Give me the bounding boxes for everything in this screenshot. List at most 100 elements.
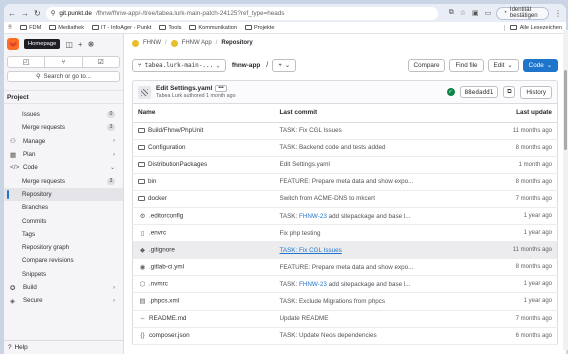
commit-message-link[interactable]: TASK: Fix CGL Issues (280, 247, 342, 254)
file-name-link[interactable]: composer.json (149, 332, 190, 339)
table-row[interactable]: Build/Fhnw/PhpUnit TASK: Fix CGL Issues 11… (132, 122, 558, 140)
sidebar-item-build[interactable]: ✪ Build › (4, 281, 123, 294)
avatar[interactable] (138, 85, 151, 99)
sidebar-item-tags[interactable]: Tags (4, 228, 123, 241)
file-name-link[interactable]: DistributionPackages (148, 161, 207, 168)
sidepanel-icon[interactable]: ▭ (485, 9, 492, 17)
pipeline-status-icon[interactable]: ✓ (446, 88, 455, 96)
bookmark-star-icon[interactable]: ☆ (460, 9, 466, 17)
add-file-dropdown[interactable]: + ⌄ (272, 58, 297, 72)
reload-icon[interactable]: ↻ (34, 8, 41, 18)
table-row[interactable]: ▤ .phpcs.xml TASK: Exclude Migrations from… (132, 292, 558, 311)
sidebar-item-merge-requests[interactable]: Merge requests 3 (4, 174, 123, 187)
edit-dropdown[interactable]: Edit ⌄ (487, 58, 519, 72)
sidebar-item-secure[interactable]: ◈ Secure › (4, 294, 123, 307)
sidebar-item-snippets[interactable]: Snippets (4, 268, 123, 281)
branch-selector[interactable]: ⑂ tabea.lurk-main-... ⌄ (132, 58, 226, 72)
merge-request-icon[interactable]: ⑂ (45, 57, 83, 67)
back-icon[interactable]: ← (8, 8, 16, 18)
issue-link[interactable]: FHNW-23 (299, 213, 327, 220)
commit-message-link[interactable]: add sitepackage and base l... (327, 281, 411, 288)
copy-icon[interactable]: ⧉ (503, 86, 516, 98)
sidebar-item-commits[interactable]: Commits (4, 214, 123, 227)
new-icon[interactable]: + (78, 40, 83, 49)
breadcrumb-group[interactable]: FHNW (143, 40, 161, 46)
issue-link[interactable]: FHNW-23 (299, 281, 327, 288)
commit-message-link[interactable]: add sitepackage and base l... (327, 213, 411, 220)
translate-icon[interactable]: ⧉ (449, 9, 454, 17)
history-button[interactable]: History (520, 85, 552, 99)
commit-message-link[interactable]: Fix php testing (280, 230, 321, 237)
sidebar-search-button[interactable]: ⚲ Search or go to... (7, 71, 120, 82)
sidebar-item-manage[interactable]: ⚇ Manage › (4, 135, 123, 148)
commit-message-link[interactable]: TASK: Update Neos dependencies (280, 332, 377, 339)
bookmark-1[interactable]: Mediathek (49, 25, 84, 31)
file-name-link[interactable]: .phpcs.xml (149, 298, 179, 305)
table-row[interactable]: ▯ .envrc Fix php testing 1 year ago (132, 224, 558, 243)
panel-toggle-icon[interactable]: ◫ (65, 40, 73, 49)
commit-message-link[interactable]: TASK: Backend code and tests added (280, 144, 386, 151)
all-bookmarks[interactable]: Alle Lesezeichen (503, 24, 562, 31)
gitlab-logo-icon[interactable] (7, 38, 19, 50)
sidebar-item-plan[interactable]: ▦ Plan › (4, 148, 123, 161)
file-name-link[interactable]: bin (148, 178, 156, 185)
file-name-link[interactable]: Configuration (148, 144, 185, 151)
file-name-link[interactable]: .gitignore (149, 247, 175, 254)
file-name-link[interactable]: docker (148, 195, 167, 202)
help-button[interactable]: ? Help (4, 340, 123, 354)
commit-title[interactable]: Edit Settings.yaml (156, 85, 212, 92)
table-row[interactable]: docker Switch from ACME-DNS to mkcert 7 mo… (132, 190, 558, 208)
sidebar-item-repository-graph[interactable]: Repository graph (4, 241, 123, 254)
address-bar[interactable]: ⚲ git.punkt.de/fhnw/fhnw-app/-/tree/tabe… (45, 6, 438, 20)
table-row[interactable]: ◉ .gitlab-ci.yml FEATURE: Prepare meta dat… (132, 258, 558, 277)
site-settings-icon[interactable]: ⚲ (51, 10, 56, 17)
table-row[interactable]: {} composer.json TASK: Update Neos depende… (132, 327, 558, 345)
commit-message-link[interactable]: TASK: Fix CGL Issues (280, 127, 342, 134)
bookmark-0[interactable]: FDM (20, 25, 41, 31)
file-name-link[interactable]: Build/Fhnw/PhpUnit (148, 127, 203, 134)
breadcrumb-project[interactable]: FHNW App (182, 40, 212, 46)
sidebar-item-issues[interactable]: Issues 0 (4, 108, 123, 121)
commit-message-link[interactable]: Switch from ACME-DNS to mkcert (280, 195, 376, 202)
compare-button[interactable]: Compare (407, 58, 446, 72)
table-row[interactable]: bin FEATURE: Prepare meta data and show e… (132, 173, 558, 191)
verify-identity-button[interactable]: ◔ Identität bestätigen (496, 6, 549, 20)
commit-toggle-description[interactable]: ••• (215, 85, 227, 92)
settings-icon[interactable]: ❋ (88, 40, 95, 49)
table-row[interactable]: ⇔ README.md Update README 7 months ago (132, 310, 558, 328)
sidebar-item-branches[interactable]: Branches (4, 201, 123, 214)
find-file-button[interactable]: Find file (449, 58, 484, 72)
commit-sha[interactable]: 88edadd1 (459, 86, 499, 98)
apps-icon[interactable]: ⠿ (8, 25, 12, 31)
table-row[interactable]: ⬡ .nvmrc TASK: FHNW-23 add sitepackage and… (132, 275, 558, 294)
bookmark-3[interactable]: Tools (159, 25, 181, 31)
sidebar-item-code[interactable]: </> Code ⌄ (4, 161, 123, 174)
commit-message-link[interactable]: TASK: Exclude Migrations from phpcs (280, 298, 386, 305)
extension-icon[interactable]: ▣ (472, 9, 479, 17)
commit-message-link[interactable]: Update README (280, 315, 329, 322)
file-name-link[interactable]: .gitlab-ci.yml (149, 264, 184, 271)
file-name-link[interactable]: .envrc (149, 230, 166, 237)
bookmark-4[interactable]: Kommunikation (189, 25, 237, 31)
code-dropdown[interactable]: Code ⌄ (522, 58, 558, 72)
forward-icon[interactable]: → (21, 8, 29, 18)
sidebar-item-merge-requests[interactable]: Merge requests 3 (4, 121, 123, 134)
bookmark-2[interactable]: IT - InfoAger - Punkt (92, 25, 151, 31)
table-row[interactable]: Configuration TASK: Backend code and test… (132, 139, 558, 157)
bookmark-5[interactable]: Projekte (244, 25, 274, 31)
table-row[interactable]: DistributionPackages Edit Settings.yaml 1 … (132, 156, 558, 174)
page-scrollbar[interactable] (563, 30, 568, 350)
todo-icon[interactable]: ☑ (83, 57, 119, 67)
table-row[interactable]: ⚙ .editorconfig TASK: FHNW-23 add sitepack… (132, 207, 558, 226)
sidebar-item-compare-revisions[interactable]: Compare revisions (4, 254, 123, 267)
file-name-link[interactable]: .nvmrc (149, 281, 168, 288)
issues-icon[interactable]: ◰ (8, 57, 46, 67)
commit-message-link[interactable]: Edit Settings.yaml (280, 161, 330, 168)
commit-message-link[interactable]: FEATURE: Prepare meta data and show expo… (280, 178, 414, 185)
file-name-link[interactable]: README.md (149, 315, 186, 322)
repo-path[interactable]: fhnw-app (230, 62, 262, 69)
table-row[interactable]: ◆ .gitignore TASK: Fix CGL Issues 11 months… (132, 241, 558, 260)
browser-menu-icon[interactable]: ⋮ (554, 9, 562, 18)
commit-message-link[interactable]: FEATURE: Prepare meta data and show expo… (280, 264, 414, 271)
sidebar-item-repository[interactable]: Repository (4, 187, 123, 202)
